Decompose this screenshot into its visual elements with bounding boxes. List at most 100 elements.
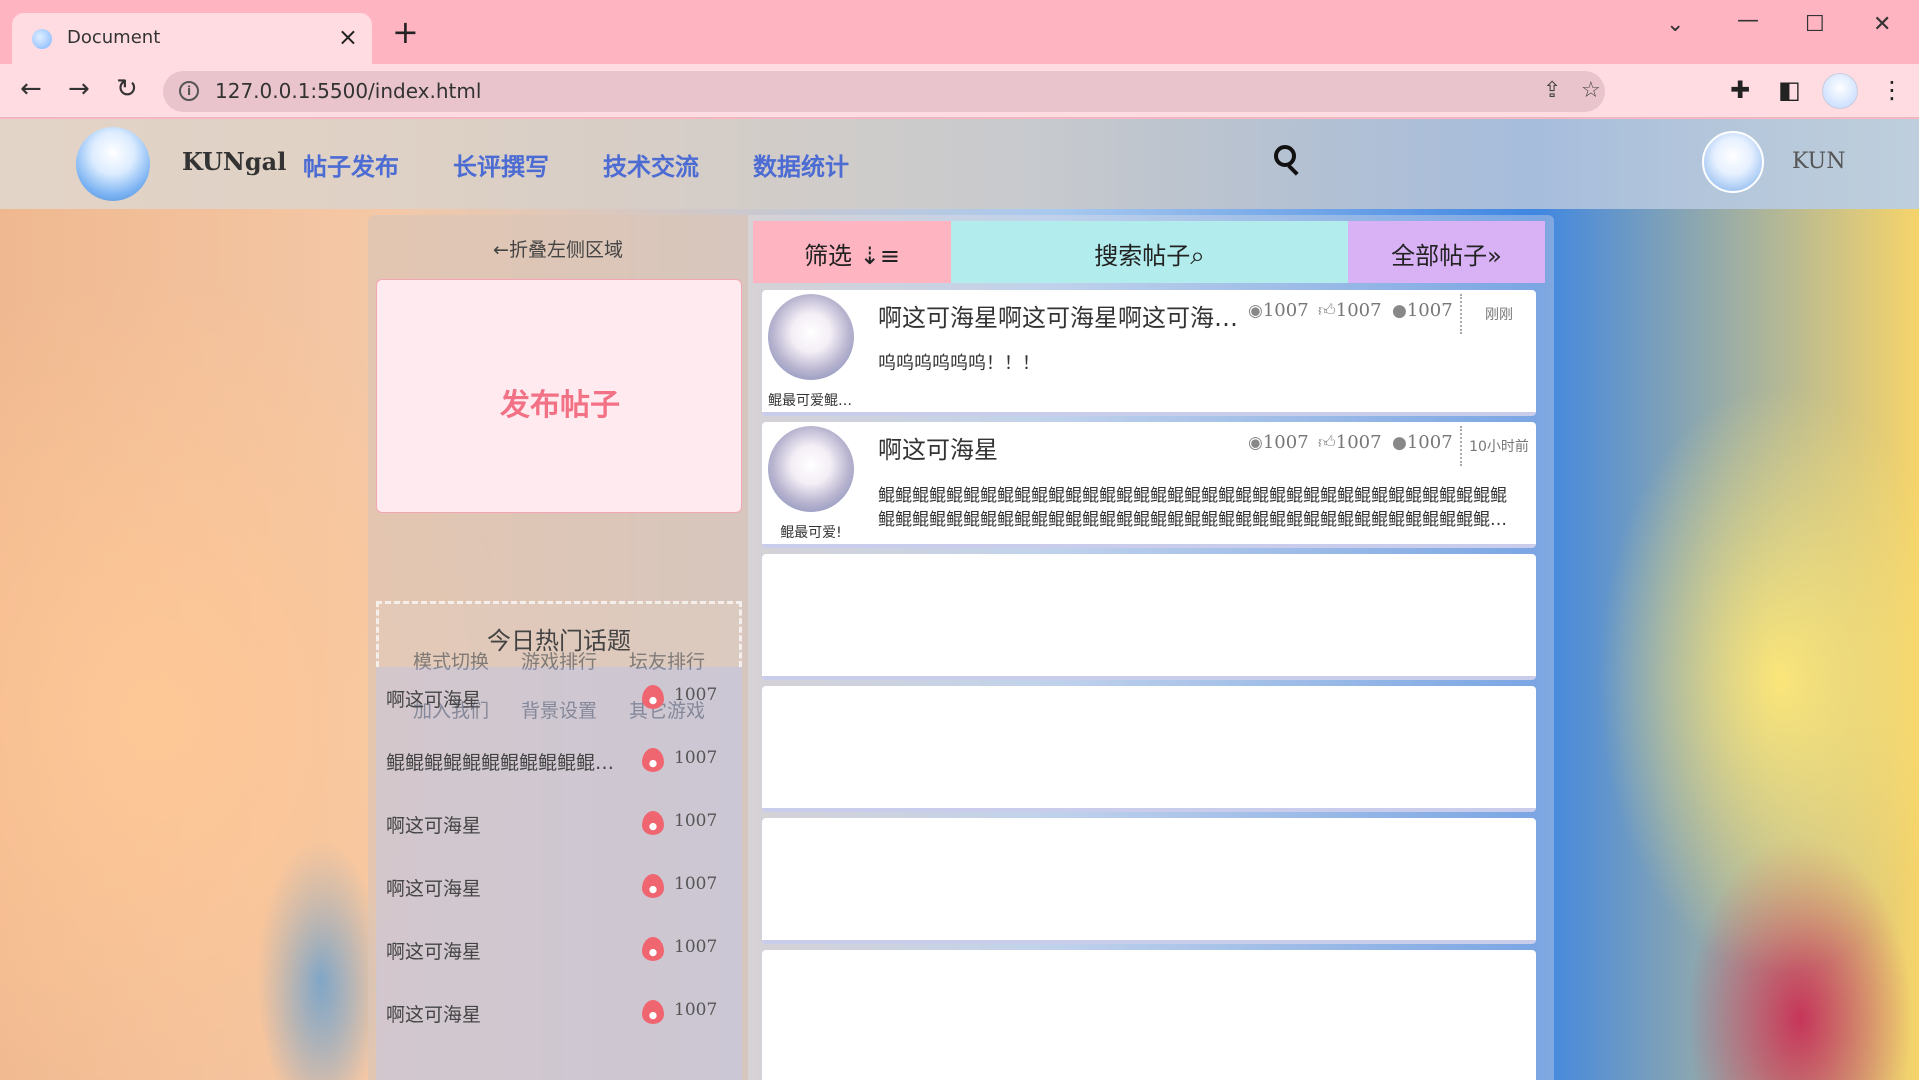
thumbs-up-icon: 👍︎	[1318, 301, 1336, 321]
publish-post-button[interactable]: 发布帖子	[376, 279, 742, 513]
hot-topic-title[interactable]: 啊这可海星	[386, 874, 626, 901]
empty-post-card	[762, 818, 1536, 944]
author-name[interactable]: 鲲最可爱!	[768, 522, 854, 542]
like-count: 1007	[1335, 432, 1382, 453]
forward-icon[interactable]: →	[68, 74, 90, 104]
extensions-icon[interactable]: ✚	[1730, 76, 1750, 104]
filter-tab[interactable]: 筛选 ⇣≡	[753, 221, 951, 283]
close-tab-icon[interactable]: ×	[338, 23, 358, 51]
address-bar[interactable]: i 127.0.0.1:5500/index.html ⇪ ☆	[163, 71, 1605, 112]
minimize-icon[interactable]: —	[1737, 8, 1759, 33]
menu-icon[interactable]: ⋮	[1880, 76, 1904, 104]
search-icon[interactable]	[1274, 145, 1302, 179]
fire-icon	[642, 811, 664, 835]
author-avatar[interactable]	[768, 426, 854, 512]
site-info-icon[interactable]: i	[179, 81, 199, 101]
url-text[interactable]: 127.0.0.1:5500/index.html	[215, 79, 481, 103]
hot-topic-count: 1007	[674, 811, 718, 831]
hot-topics-title: 今日热门话题	[487, 627, 631, 655]
tab-title: Document	[67, 27, 161, 48]
fire-icon	[642, 1000, 664, 1024]
nav-link-stats[interactable]: 数据统计	[753, 147, 849, 182]
post-title[interactable]: 啊这可海星啊这可海星啊这可海星啊这可海星	[878, 298, 1240, 333]
new-tab-icon[interactable]: +	[392, 16, 419, 48]
fire-icon	[642, 874, 664, 898]
publish-post-label: 发布帖子	[500, 388, 620, 423]
empty-post-card	[762, 950, 1536, 1080]
search-posts-label: 搜索帖子	[1094, 242, 1191, 270]
favicon-icon	[32, 29, 52, 49]
like-count: 1007	[1335, 300, 1382, 321]
post-body: 呜呜呜呜呜呜！！！	[878, 353, 1040, 374]
divider	[1460, 294, 1462, 334]
author-name[interactable]: 鲲最可爱鲲最可爱	[768, 390, 854, 410]
hot-topic-title[interactable]: 鲲鲲鲲鲲鲲鲲鲲鲲鲲鲲鲲鲲鲲鲲	[386, 748, 626, 775]
maximize-icon[interactable]: ☐	[1805, 12, 1825, 37]
post-card[interactable]: 鲲最可爱鲲最可爱 啊这可海星啊这可海星啊这可海星啊这可海星 ◉1007 👍︎10…	[762, 290, 1536, 416]
hot-topic-item[interactable]: 啊这可海星 1007	[376, 677, 742, 717]
browser-tabstrip: Document × + ⌄ — ☐ ✕	[0, 0, 1919, 64]
hot-topic-title[interactable]: 啊这可海星	[386, 811, 626, 838]
comment-count: 1007	[1406, 300, 1453, 321]
reload-icon[interactable]: ↻	[116, 74, 138, 104]
sort-icon: ⇣≡	[859, 242, 900, 270]
site-logo[interactable]	[76, 127, 150, 201]
comment-icon: ●	[1392, 301, 1407, 321]
post-card[interactable]: 鲲最可爱! 啊这可海星 ◉1007 👍︎1007 ●1007 10小时前 鲲鲲鲲…	[762, 422, 1536, 548]
post-time: 刚刚	[1485, 307, 1513, 323]
nav-link-post[interactable]: 帖子发布	[303, 147, 399, 182]
all-posts-tab[interactable]: 全部帖子»	[1348, 221, 1545, 283]
eye-icon: ◉	[1248, 301, 1263, 321]
hot-topic-item[interactable]: 啊这可海星 1007	[376, 803, 742, 843]
hot-topic-count: 1007	[674, 937, 718, 957]
view-count: 1007	[1262, 432, 1309, 453]
hot-topic-item[interactable]: 鲲鲲鲲鲲鲲鲲鲲鲲鲲鲲鲲鲲鲲鲲 1007	[376, 740, 742, 780]
hot-topic-title[interactable]: 啊这可海星	[386, 937, 626, 964]
browser-tab[interactable]: Document ×	[12, 13, 372, 64]
nav-link-tech[interactable]: 技术交流	[603, 147, 699, 182]
star-icon[interactable]: ☆	[1581, 78, 1601, 103]
nav-link-review[interactable]: 长评撰写	[453, 147, 549, 182]
hot-topic-count: 1007	[674, 748, 718, 768]
hot-topic-item[interactable]: 啊这可海星 1007	[376, 992, 742, 1032]
user-avatar[interactable]	[1702, 131, 1764, 193]
side-panel-icon[interactable]: ◧	[1778, 76, 1801, 104]
hot-topic-item[interactable]: 啊这可海星 1007	[376, 929, 742, 969]
search-icon: ⌕	[1190, 241, 1205, 271]
share-icon[interactable]: ⇪	[1543, 78, 1561, 103]
site-navbar: KUNgal 帖子发布 长评撰写 技术交流 数据统计 KUN	[0, 119, 1919, 209]
hot-topic-title[interactable]: 啊这可海星	[386, 1000, 626, 1027]
fire-icon	[642, 748, 664, 772]
brand-name[interactable]: KUNgal	[182, 147, 286, 176]
fire-icon	[642, 685, 664, 709]
post-time: 10小时前	[1469, 439, 1529, 455]
eye-icon: ◉	[1248, 433, 1263, 453]
all-posts-label: 全部帖子	[1391, 242, 1488, 270]
empty-post-card	[762, 554, 1536, 680]
hot-topic-count: 1007	[674, 1000, 718, 1020]
hot-topics-list: 啊这可海星 1007 鲲鲲鲲鲲鲲鲲鲲鲲鲲鲲鲲鲲鲲鲲 1007 啊这可海星 100…	[376, 667, 742, 1080]
profile-avatar[interactable]	[1822, 73, 1858, 109]
tab-search-chevron-icon[interactable]: ⌄	[1666, 12, 1684, 37]
browser-toolbar: ← → ↻ i 127.0.0.1:5500/index.html ⇪ ☆ ✚ …	[0, 64, 1919, 118]
filter-tab-label: 筛选	[804, 242, 853, 270]
collapse-left-button[interactable]: ←折叠左侧区域	[368, 235, 748, 262]
post-body: 鲲鲲鲲鲲鲲鲲鲲鲲鲲鲲鲲鲲鲲鲲鲲鲲鲲鲲鲲鲲鲲鲲鲲鲲鲲鲲鲲鲲鲲鲲鲲鲲鲲鲲鲲鲲鲲鲲鲲鲲…	[878, 486, 1507, 530]
author-avatar[interactable]	[768, 294, 854, 380]
hot-topic-count: 1007	[674, 874, 718, 894]
window-close-icon[interactable]: ✕	[1873, 12, 1891, 37]
hot-topic-count: 1007	[674, 685, 718, 705]
thumbs-up-icon: 👍︎	[1318, 433, 1336, 453]
comment-count: 1007	[1406, 432, 1453, 453]
post-title[interactable]: 啊这可海星	[878, 430, 1240, 465]
hot-topics-header: 今日热门话题	[376, 601, 742, 667]
search-posts-tab[interactable]: 搜索帖子⌕	[951, 221, 1348, 283]
hot-topic-title[interactable]: 啊这可海星	[386, 685, 626, 712]
back-icon[interactable]: ←	[20, 74, 42, 104]
empty-post-card	[762, 686, 1536, 812]
user-name[interactable]: KUN	[1792, 149, 1845, 174]
hot-topic-item[interactable]: 啊这可海星 1007	[376, 866, 742, 906]
view-count: 1007	[1262, 300, 1309, 321]
page-background: KUNgal 帖子发布 长评撰写 技术交流 数据统计 KUN ←折叠左侧区域 发…	[0, 119, 1919, 1080]
post-tab-bar: 筛选 ⇣≡ 搜索帖子⌕ 全部帖子»	[753, 221, 1545, 283]
